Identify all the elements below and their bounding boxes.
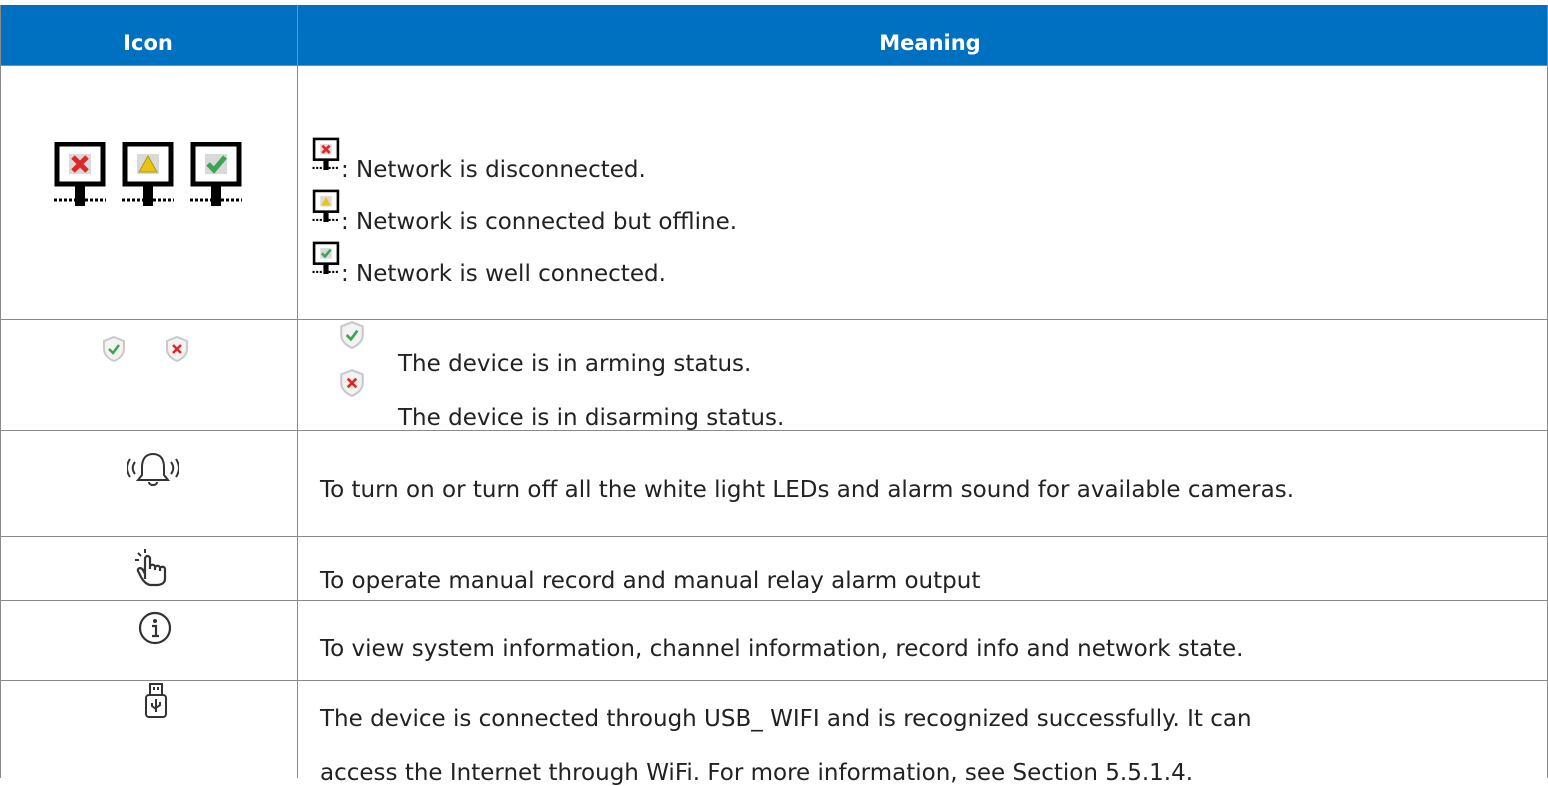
network-connected-small-icon	[312, 241, 340, 275]
column-divider	[0, 5, 1, 778]
usb-wifi-text-line-2: access the Internet through WiFi. For mo…	[320, 760, 1194, 786]
column-header-meaning: Meaning	[879, 31, 981, 55]
manual-text: To operate manual record and manual rela…	[320, 568, 981, 594]
row-divider	[0, 536, 1548, 537]
disarming-status-text: The device is in disarming status.	[398, 405, 785, 431]
network-offline-icon	[122, 142, 174, 206]
row-divider	[0, 600, 1548, 601]
network-disconnected-small-icon	[312, 137, 340, 171]
row-divider	[0, 65, 1548, 66]
table-header	[0, 5, 1548, 65]
shield-check-small-icon	[340, 320, 364, 350]
shield-x-icon	[166, 335, 188, 363]
alarm-bell-icon	[127, 452, 179, 486]
column-divider	[297, 5, 298, 778]
network-offline-small-icon	[312, 189, 340, 223]
shield-check-icon	[103, 335, 125, 363]
network-connected-text: : Network is well connected.	[341, 261, 666, 287]
arming-status-text: The device is in arming status.	[398, 351, 752, 377]
info-text: To view system information, channel info…	[320, 636, 1244, 662]
network-connected-icon	[190, 142, 242, 206]
info-icon	[138, 611, 172, 645]
network-offline-text: : Network is connected but offline.	[341, 209, 738, 235]
hand-pointer-icon	[135, 549, 167, 587]
column-header-icon: Icon	[123, 31, 173, 55]
usb-wifi-text-line-1: The device is connected through USB_ WIF…	[320, 706, 1252, 732]
network-disconnected-icon	[54, 142, 106, 206]
usb-wifi-icon	[145, 683, 167, 718]
icon-table: Icon Meaning: Network is disconnected. …	[0, 0, 1548, 786]
network-disconnected-text: : Network is disconnected.	[341, 157, 646, 183]
row-divider	[0, 319, 1548, 320]
network-status-icons	[54, 142, 242, 206]
alarm-text: To turn on or turn off all the white lig…	[320, 477, 1295, 503]
row-divider	[0, 680, 1548, 681]
shield-x-small-icon	[340, 368, 364, 398]
